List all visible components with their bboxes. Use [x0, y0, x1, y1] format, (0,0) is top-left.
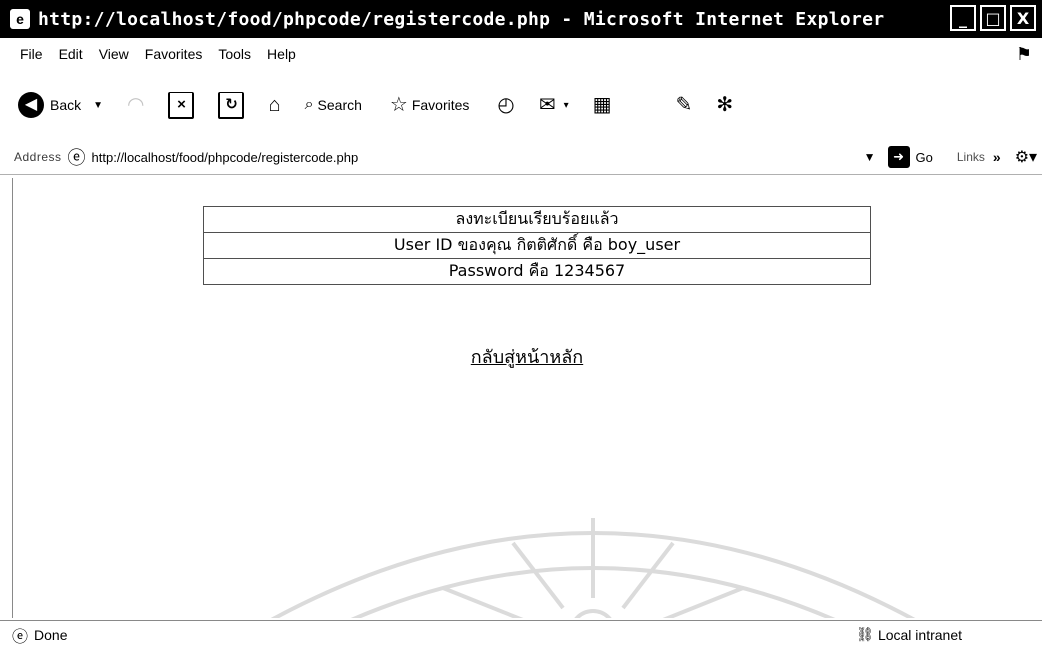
address-field[interactable]: ⓔ http://localhost/food/phpcode/register…	[67, 145, 876, 169]
page-content: ลงทะเบียนเรียบร้อยแล้ว User ID ของคุณ กิ…	[12, 178, 1041, 618]
go-button[interactable]: ➜ Go	[887, 146, 933, 168]
history-button[interactable]: ◴	[497, 95, 514, 115]
refresh-icon: ↻	[218, 91, 245, 119]
refresh-button[interactable]: ↻	[218, 91, 245, 119]
menu-tools[interactable]: Tools	[218, 46, 251, 62]
home-button[interactable]: ⌂	[268, 95, 280, 115]
go-label: Go	[915, 149, 933, 165]
window-title: http://localhost/food/phpcode/registerco…	[38, 8, 885, 30]
status-bar: ⓔ Done ⛓ Local intranet	[0, 620, 1042, 648]
edit-button[interactable]: ✎	[676, 95, 693, 115]
intranet-icon: ⛓	[856, 626, 874, 642]
menu-help[interactable]: Help	[267, 46, 296, 62]
back-to-home-link[interactable]: กลับสู่หน้าหลัก	[13, 342, 1041, 371]
table-row: User ID ของคุณ กิตติศักดิ์ คือ boy_user	[203, 232, 871, 259]
favorites-star-icon: ☆	[389, 94, 408, 116]
password-message: Password คือ 1234567	[203, 258, 871, 285]
messenger-icon: ✻	[716, 94, 734, 116]
links-label[interactable]: Links	[957, 150, 985, 164]
go-arrow-icon: ➜	[887, 146, 910, 168]
ie-window-icon[interactable]: e	[10, 9, 30, 29]
favorites-button[interactable]: ☆ Favorites	[390, 95, 474, 115]
zone-label: Local intranet	[877, 626, 962, 643]
mail-button[interactable]: ✉ ▾	[539, 95, 569, 115]
menu-bar: File Edit View Favorites Tools Help ⚑	[0, 38, 1042, 70]
back-arrow-icon: ◀	[18, 92, 44, 118]
window-controls: _ □ X	[950, 5, 1036, 31]
chevron-down-icon[interactable]: ▾	[564, 100, 569, 111]
browser-window: e http://localhost/food/phpcode/register…	[0, 0, 1042, 647]
search-button[interactable]: ⌕ Search	[304, 96, 366, 114]
print-icon: ▦	[592, 94, 612, 116]
menu-edit[interactable]: Edit	[59, 46, 83, 62]
mail-icon: ✉	[538, 94, 556, 116]
windows-flag-icon: ⚑	[1015, 44, 1032, 64]
history-icon: ◴	[497, 94, 515, 116]
favorites-button-label: Favorites	[411, 97, 470, 113]
print-button[interactable]: ▦	[593, 95, 612, 115]
success-message: ลงทะเบียนเรียบร้อยแล้ว	[203, 206, 871, 233]
chevron-down-icon[interactable]: ▼	[864, 150, 876, 164]
ie-page-icon: ⓔ	[12, 628, 29, 646]
edit-icon: ✎	[675, 94, 693, 116]
status-text: Done	[34, 626, 68, 643]
tools-icon[interactable]: ⚙▾	[1015, 147, 1037, 167]
messenger-button[interactable]: ✻	[716, 95, 733, 115]
forward-button[interactable]: ◠	[127, 95, 144, 115]
address-url[interactable]: http://localhost/food/phpcode/registerco…	[92, 150, 359, 165]
user-id-message: User ID ของคุณ กิตติศักดิ์ คือ boy_user	[203, 232, 871, 259]
ie-page-icon: ⓔ	[67, 148, 86, 168]
stop-icon: ×	[168, 91, 195, 119]
search-button-label: Search	[317, 97, 362, 113]
back-button-label: Back	[50, 97, 82, 113]
stop-button[interactable]: ×	[168, 91, 195, 119]
maximize-button[interactable]: □	[980, 5, 1006, 31]
security-zone: ⛓ Local intranet	[856, 626, 962, 643]
search-icon: ⌕	[304, 96, 314, 113]
registration-result-table: ลงทะเบียนเรียบร้อยแล้ว User ID ของคุณ กิ…	[203, 206, 871, 285]
menu-file[interactable]: File	[20, 46, 43, 62]
table-row: Password คือ 1234567	[203, 258, 871, 285]
menu-favorites[interactable]: Favorites	[145, 46, 203, 62]
address-bar: Address ⓔ http://localhost/food/phpcode/…	[0, 140, 1042, 175]
forward-arrow-icon: ◠	[127, 94, 145, 116]
minimize-button[interactable]: _	[950, 5, 976, 31]
table-row: ลงทะเบียนเรียบร้อยแล้ว	[203, 206, 871, 233]
university-seal-watermark	[270, 518, 916, 618]
home-icon: ⌂	[268, 94, 281, 116]
close-button[interactable]: X	[1010, 5, 1036, 31]
menu-view[interactable]: View	[99, 46, 129, 62]
chevron-right-icon[interactable]: »	[993, 149, 1001, 165]
standard-toolbar: ◀ Back ▼ ◠ × ↻ ⌂ ⌕ Search ☆ Favorites ◴ …	[0, 70, 1042, 140]
title-bar: e http://localhost/food/phpcode/register…	[0, 0, 1042, 38]
chevron-down-icon[interactable]: ▼	[93, 100, 103, 111]
address-label: Address	[14, 150, 62, 164]
back-button[interactable]: ◀ Back ▼	[0, 92, 103, 118]
